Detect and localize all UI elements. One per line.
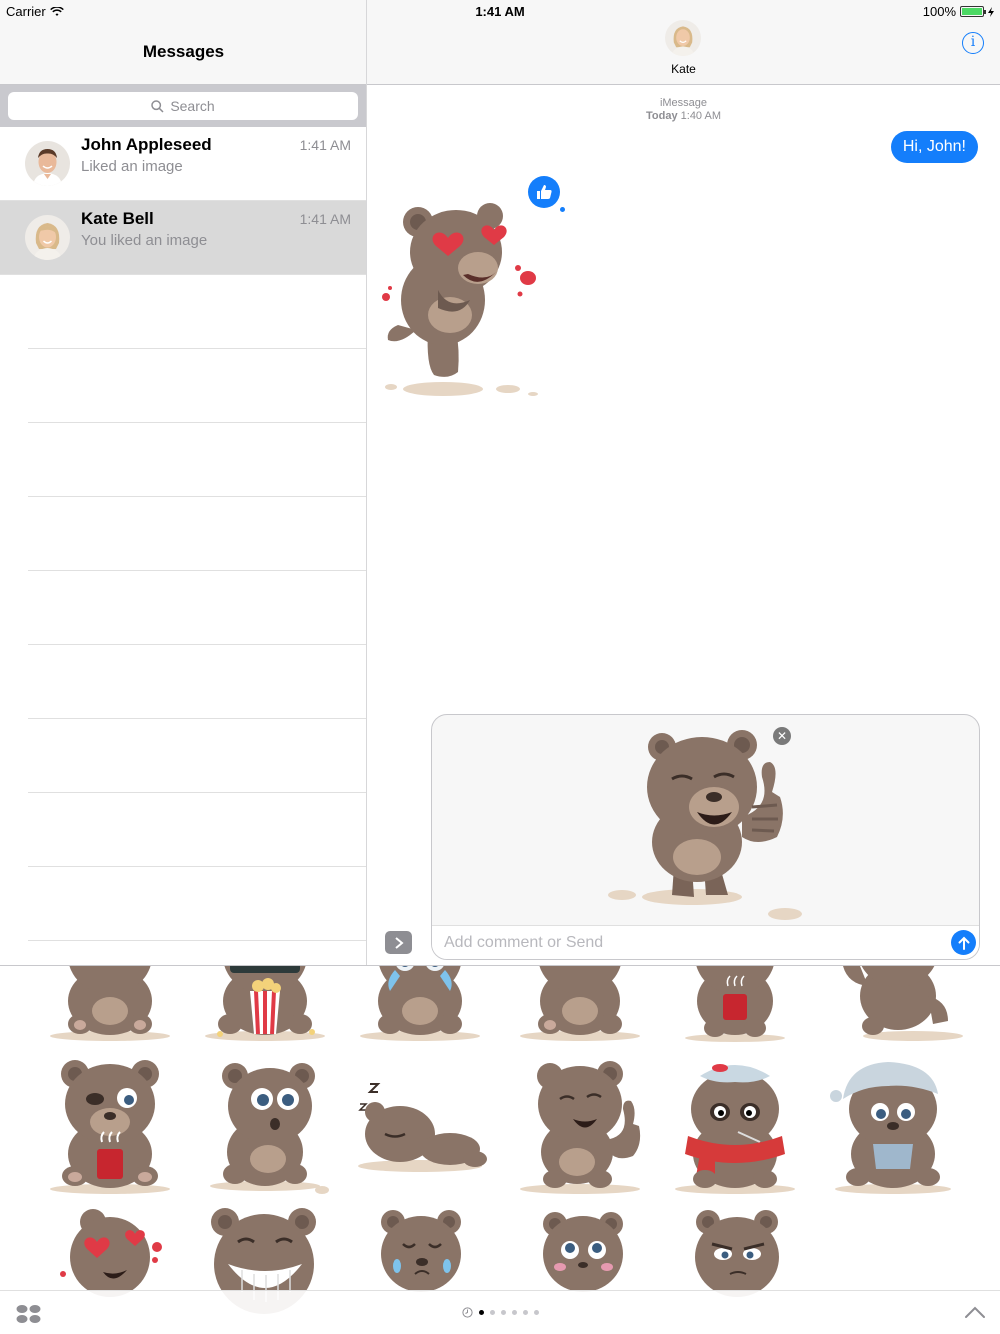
contact-name: Kate xyxy=(671,62,696,76)
empty-row xyxy=(28,497,366,571)
status-bar: Carrier 1:41 AM 100% xyxy=(0,0,1000,22)
battery-percent: 100% xyxy=(922,4,956,19)
chevron-right-icon xyxy=(394,936,404,949)
info-icon: i xyxy=(970,34,976,50)
empty-row xyxy=(28,645,366,719)
bear-cold-sticker[interactable] xyxy=(818,1054,968,1194)
arrow-up-icon xyxy=(958,936,969,950)
avatar xyxy=(25,141,70,186)
conversation-name: Kate Bell xyxy=(81,209,154,228)
comment-placeholder: Add comment or Send xyxy=(444,934,604,951)
page-dot[interactable] xyxy=(479,1310,484,1315)
bear-grumpy-sticker[interactable] xyxy=(505,965,655,1046)
bear-popcorn-sticker[interactable] xyxy=(190,965,340,1046)
empty-row xyxy=(28,349,366,423)
page-dot[interactable] xyxy=(501,1310,506,1315)
bear-crying-sticker[interactable] xyxy=(345,965,495,1046)
message-timestamp: Today 1:40 AM xyxy=(646,110,721,122)
message-service-label: iMessage Today 1:40 AM xyxy=(367,97,1000,123)
recents-clock-icon xyxy=(462,1307,473,1318)
info-button[interactable]: i xyxy=(962,32,984,54)
conversation-row-kate[interactable]: Kate Bell You liked an image 1:41 AM xyxy=(0,201,366,275)
tapback-tail xyxy=(560,207,565,212)
bear-thumbs-up-sticker[interactable] xyxy=(505,1054,655,1194)
sidebar-title: Messages xyxy=(142,42,225,61)
app-drawer-icon[interactable] xyxy=(16,1304,42,1324)
search-input[interactable]: Search xyxy=(8,92,358,120)
outgoing-message-bubble[interactable]: Hi, John! xyxy=(890,131,978,163)
thumbs-up-icon xyxy=(537,185,552,199)
battery-indicator: 100% xyxy=(923,4,994,19)
bear-dancing-sticker[interactable] xyxy=(818,965,968,1046)
status-time: 1:41 AM xyxy=(475,4,525,19)
empty-row xyxy=(28,275,366,349)
empty-row xyxy=(28,719,366,793)
bear-coffee-sleepy-sticker[interactable] xyxy=(35,1054,185,1194)
sticker-drawer xyxy=(0,965,1000,1334)
conversation-name: John Appleseed xyxy=(81,135,212,154)
close-icon: ✕ xyxy=(776,729,788,743)
battery-icon xyxy=(960,6,986,17)
page-dot[interactable] xyxy=(523,1310,528,1315)
empty-row xyxy=(28,571,366,645)
conversation-sidebar: Messages Search John Appleseed Liked an … xyxy=(0,0,367,965)
compose-field[interactable]: ✕ Add comment or Send xyxy=(431,714,980,960)
page-dot[interactable] xyxy=(534,1310,539,1315)
empty-row xyxy=(28,423,366,497)
conversation-preview: You liked an image xyxy=(81,232,208,249)
chevron-up-icon[interactable] xyxy=(964,1303,986,1321)
app-drawer-bar xyxy=(0,1290,1000,1334)
bear-thumbs-up-sticker xyxy=(608,730,802,920)
conversation-preview: Liked an image xyxy=(81,158,183,175)
service-name: iMessage xyxy=(659,97,708,109)
tapback-badge[interactable] xyxy=(528,176,560,208)
bear-coffee-sticker[interactable] xyxy=(660,965,810,1046)
avatar xyxy=(25,215,70,260)
conversation-row-john[interactable]: John Appleseed Liked an image 1:41 AM xyxy=(0,127,366,201)
contact-avatar[interactable] xyxy=(665,20,701,56)
bear-sick-sticker[interactable] xyxy=(660,1054,810,1194)
conversation-time: 1:41 AM xyxy=(299,137,351,153)
empty-row xyxy=(28,793,366,867)
charging-icon xyxy=(988,6,994,17)
page-dot[interactable] xyxy=(490,1310,495,1315)
bear-surprised-sticker[interactable] xyxy=(190,1054,340,1194)
search-icon xyxy=(151,99,164,113)
bear-love-sticker[interactable] xyxy=(378,190,548,400)
expand-apps-button[interactable] xyxy=(385,931,412,954)
page-dot[interactable] xyxy=(512,1310,517,1315)
conversation-time: 1:41 AM xyxy=(299,211,351,227)
empty-row xyxy=(28,867,366,941)
remove-attachment-button[interactable]: ✕ xyxy=(773,727,791,745)
page-indicator[interactable] xyxy=(462,1307,539,1318)
send-button[interactable] xyxy=(951,930,976,955)
comment-input[interactable]: Add comment or Send xyxy=(432,925,979,959)
search-bar: Search xyxy=(0,85,366,127)
search-placeholder: Search xyxy=(170,98,215,114)
bear-sleeping-sticker[interactable] xyxy=(345,1054,495,1194)
bear-sitting-sticker[interactable] xyxy=(35,965,185,1046)
